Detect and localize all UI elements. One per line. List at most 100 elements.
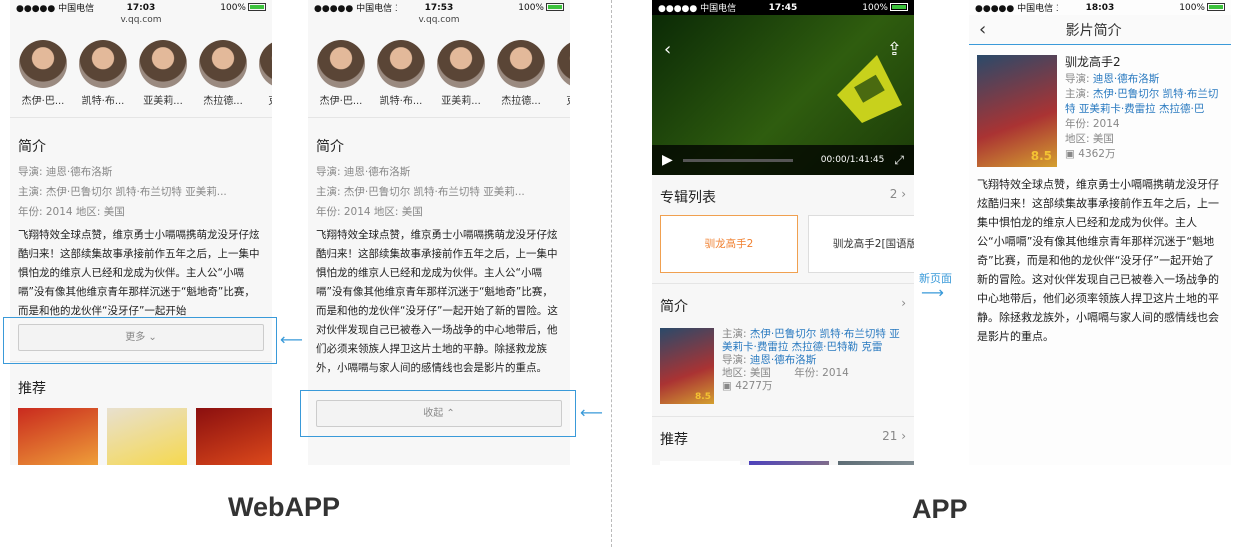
intro-title: 简介 xyxy=(18,139,46,155)
back-icon[interactable]: ‹ xyxy=(979,19,986,40)
recommend-poster[interactable] xyxy=(18,408,98,465)
region-year-line: 地区: 美国 年份: 2014 xyxy=(722,367,849,379)
battery-icon xyxy=(889,3,908,11)
play-icon[interactable]: ▶ xyxy=(662,152,673,168)
url-bar[interactable]: v.qq.com xyxy=(308,15,570,28)
cast-list: 杰伊·巴... 凯特·布... 亚美莉... 杰拉德... 克雷... xyxy=(10,28,272,107)
director-line: 导演: 迪恩·德布洛斯 xyxy=(722,354,817,366)
battery-indicator: 100% xyxy=(825,3,908,13)
recommend-poster[interactable] xyxy=(838,461,914,465)
progress-bar[interactable] xyxy=(682,158,793,162)
chevron-right-icon: › xyxy=(901,429,906,443)
recommend-poster[interactable] xyxy=(660,461,740,465)
movie-cover: 8.5 xyxy=(660,328,714,404)
url-bar[interactable]: v.qq.com xyxy=(10,15,272,28)
recommend-title: 推荐 xyxy=(18,381,46,397)
clock: 17:53 xyxy=(424,2,454,13)
actors-line: 主演: 杰伊·巴鲁切尔 凯特·布兰切特 亚美莉卡·费雷拉 杰拉德·巴特勒 克雷 xyxy=(722,328,900,353)
avatar xyxy=(79,40,127,88)
recommend-header[interactable]: 推荐 21 › xyxy=(652,417,914,457)
collapse-highlight-box xyxy=(300,390,576,437)
avatar xyxy=(199,40,247,88)
battery-icon xyxy=(545,3,564,11)
cast-member[interactable]: 杰伊·巴... xyxy=(316,40,366,107)
description: 飞翔特效全球点赞，维京勇士小嗝嗝携萌龙没牙仔炫酷归来！这部续集故事承接前作五年之… xyxy=(18,229,260,317)
cast-member[interactable]: 克雷... xyxy=(556,40,570,107)
avatar xyxy=(377,40,425,88)
cast-member[interactable]: 杰拉德... xyxy=(496,40,546,107)
divider xyxy=(10,117,272,118)
player-controls: ▶ 00:00/1:41:45 ⤢ xyxy=(652,145,914,175)
carrier: ●●●●● 中国电信 xyxy=(16,4,95,14)
intro-title: 简介 xyxy=(316,139,344,155)
intro-header[interactable]: 简介 › xyxy=(652,284,914,324)
actors-line: 主演: 杰伊·巴鲁切尔 凯特·布兰切特 亚美莉卡·费雷拉 杰拉德·巴 xyxy=(1065,88,1219,115)
cast-member[interactable]: 亚美莉... xyxy=(436,40,486,107)
clock: 17:03 xyxy=(126,2,156,13)
director-line: 导演: 迪恩·德布洛斯 xyxy=(316,166,411,178)
arrow-left-icon: ⟵ xyxy=(580,403,603,422)
battery-indicator: 100% xyxy=(183,3,266,13)
avatar xyxy=(19,40,67,88)
play-count-icon: ▣ xyxy=(1065,148,1075,160)
divider xyxy=(308,117,570,118)
album-header[interactable]: 专辑列表 2 › xyxy=(652,175,914,215)
arrow-left-icon: ⟵ xyxy=(280,330,303,349)
carrier: ●●●●● 中国电信 xyxy=(658,4,737,14)
year-region-line: 年份: 2014 地区: 美国 xyxy=(316,206,423,218)
cast-member[interactable]: 克雷... xyxy=(258,40,272,107)
album-item[interactable]: 驯龙高手2 xyxy=(660,215,798,273)
album-item[interactable]: 驯龙高手2[国语版] xyxy=(808,215,914,273)
recommend-poster[interactable] xyxy=(196,408,272,465)
webapp-phone-collapsed: ●●●●● 中国电信 17:03 100% v.qq.com 杰伊·巴... 凯… xyxy=(10,0,272,465)
chevron-right-icon: › xyxy=(901,187,906,201)
year-region-line: 年份: 2014 地区: 美国 xyxy=(18,206,125,218)
clock: 18:03 xyxy=(1085,2,1115,13)
description: 飞翔特效全球点赞，维京勇士小嗝嗝携萌龙没牙仔炫酷归来！这部续集故事承接前作五年之… xyxy=(316,229,558,374)
recommend-list xyxy=(10,404,272,465)
cast-member[interactable]: 亚美莉... xyxy=(138,40,188,107)
app-phone: ●●●●● 中国电信 17:45 100% ‹ ⇪ ▶ 00:00/1:41:4… xyxy=(652,0,914,465)
app-intro-page: ●●●●● 中国电信 3G 18:03 100% ‹ 影片简介 8.5 驯龙高手… xyxy=(969,0,1231,465)
page-title: 影片简介 xyxy=(1065,22,1122,39)
director-line: 导演: 迪恩·德布洛斯 xyxy=(1065,73,1160,85)
title-bar: ‹ 影片简介 xyxy=(969,15,1231,45)
play-count-icon: ▣ xyxy=(722,380,732,392)
avatar xyxy=(557,40,570,88)
movie-name: 驯龙高手2 xyxy=(1065,55,1121,69)
status-bar: ●●●●● 中国电信 17:03 100% xyxy=(10,0,272,15)
fullscreen-icon[interactable]: ⤢ xyxy=(894,153,904,168)
cast-member[interactable]: 凯特·布... xyxy=(376,40,426,107)
actors-line: 主演: 杰伊·巴鲁切尔 凯特·布兰切特 亚美莉... xyxy=(18,186,227,198)
director-line: 导演: 迪恩·德布洛斯 xyxy=(18,166,113,178)
cast-member[interactable]: 杰伊·巴... xyxy=(18,40,68,107)
status-bar: ●●●●● 中国电信 3G 18:03 100% xyxy=(969,0,1231,15)
movie-cover: 8.5 xyxy=(977,55,1057,167)
play-count: ▣ 4277万 xyxy=(722,380,773,392)
more-highlight-box xyxy=(3,317,277,364)
avatar xyxy=(497,40,545,88)
description: 飞翔特效全球点赞，维京勇士小嗝嗝携萌龙没牙仔炫酷归来！这部续集故事承接前作五年之… xyxy=(977,178,1219,343)
film-icon xyxy=(837,55,902,123)
avatar xyxy=(259,40,272,88)
chevron-right-icon: › xyxy=(901,296,906,310)
recommend-poster[interactable] xyxy=(749,461,829,465)
recommend-poster[interactable] xyxy=(107,408,187,465)
cast-member[interactable]: 凯特·布... xyxy=(78,40,128,107)
carrier: ●●●●● 中国电信 3G xyxy=(975,4,1058,14)
carrier: ●●●●● 中国电信 3G xyxy=(314,4,397,14)
battery-icon xyxy=(1206,3,1225,11)
intro-block[interactable]: 8.5 主演: 杰伊·巴鲁切尔 凯特·布兰切特 亚美莉卡·费雷拉 杰拉德·巴特勒… xyxy=(652,324,914,408)
battery-indicator: 100% xyxy=(481,3,564,13)
cast-member[interactable]: 杰拉德... xyxy=(198,40,248,107)
back-icon[interactable]: ‹ xyxy=(664,39,671,60)
arrow-right-icon: ⟶ xyxy=(921,283,944,302)
battery-indicator: 100% xyxy=(1142,3,1225,13)
actors-line: 主演: 杰伊·巴鲁切尔 凯特·布兰切特 亚美莉... xyxy=(316,186,525,198)
app-label: APP xyxy=(912,494,968,524)
avatar xyxy=(317,40,365,88)
movie-info: 8.5 驯龙高手2 导演: 迪恩·德布洛斯 主演: 杰伊·巴鲁切尔 凯特·布兰切… xyxy=(969,45,1231,171)
video-player[interactable]: ‹ ⇪ ▶ 00:00/1:41:45 ⤢ xyxy=(652,15,914,175)
clock: 17:45 xyxy=(768,2,798,13)
section-divider xyxy=(611,0,612,547)
